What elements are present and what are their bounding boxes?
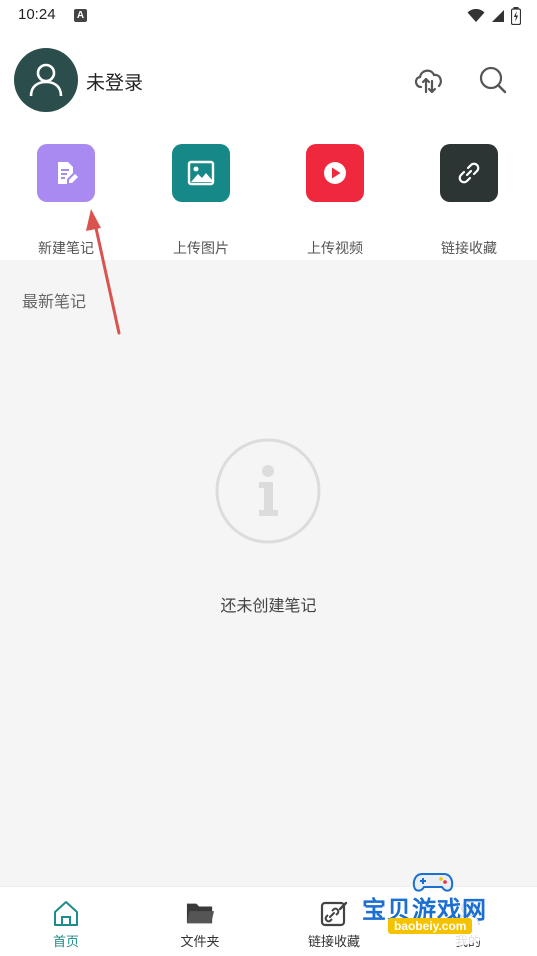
new-note-button[interactable]: 新建笔记 xyxy=(16,144,116,257)
recent-notes-title: 最新笔记 xyxy=(22,292,87,311)
image-icon xyxy=(187,160,215,186)
nav-folder-label: 文件夹 xyxy=(180,935,220,950)
link-collect-button[interactable]: 链接收藏 xyxy=(419,144,519,257)
search-button[interactable] xyxy=(475,62,511,98)
nav-profile-label: 我的 xyxy=(454,935,481,950)
folder-icon xyxy=(186,903,214,924)
notification-icon: A xyxy=(74,9,87,22)
link-edit-icon-wrap xyxy=(320,899,348,927)
wifi-icon xyxy=(467,9,485,22)
nav-home-label: 首页 xyxy=(52,935,79,950)
header: 未登录 xyxy=(0,32,537,128)
cloud-sync-icon xyxy=(414,69,442,94)
profile-icon-wrap xyxy=(454,899,482,927)
avatar[interactable] xyxy=(14,48,78,112)
link-collect-tile xyxy=(440,144,498,202)
info-icon xyxy=(215,438,321,544)
link-edit-icon xyxy=(320,901,348,927)
note-edit-icon xyxy=(58,162,78,184)
status-time: 10:24 xyxy=(18,6,56,23)
home-icon xyxy=(54,901,78,926)
nav-profile[interactable]: 我的 xyxy=(418,897,518,953)
upload-video-tile xyxy=(306,144,364,202)
nav-home[interactable]: 首页 xyxy=(16,897,116,953)
signal-icon xyxy=(492,10,504,22)
folder-icon-wrap xyxy=(186,899,214,927)
new-note-tile xyxy=(37,144,95,202)
bottom-nav: 首页 文件夹 链接收藏 我的 xyxy=(0,886,537,956)
battery-icon xyxy=(511,7,521,25)
upload-video-button[interactable]: 上传视频 xyxy=(285,144,385,257)
empty-state-text: 还未创建笔记 xyxy=(220,596,317,615)
upload-image-label: 上传图片 xyxy=(173,241,229,257)
cloud-sync-button[interactable] xyxy=(410,62,446,98)
nav-link-collect-label: 链接收藏 xyxy=(307,935,360,950)
status-bar: 10:24 A xyxy=(0,0,537,32)
upload-image-tile xyxy=(172,144,230,202)
home-icon-wrap xyxy=(52,899,80,927)
link-collect-label: 链接收藏 xyxy=(441,241,497,257)
user-icon xyxy=(29,63,63,97)
main-content: 最新笔记 还未创建笔记 xyxy=(0,260,537,886)
upload-image-button[interactable]: 上传图片 xyxy=(151,144,251,257)
profile-icon xyxy=(455,900,481,926)
search-icon xyxy=(479,66,507,94)
login-status-label[interactable]: 未登录 xyxy=(86,68,143,95)
new-note-label: 新建笔记 xyxy=(38,241,94,257)
upload-video-label: 上传视频 xyxy=(307,241,363,257)
quick-actions: 新建笔记 上传图片 上传视频 链接收藏 xyxy=(0,128,537,260)
nav-folder[interactable]: 文件夹 xyxy=(150,897,250,953)
play-icon xyxy=(324,162,346,184)
link-icon xyxy=(458,162,480,184)
nav-link-collect[interactable]: 链接收藏 xyxy=(284,897,384,953)
status-indicators xyxy=(467,6,521,26)
